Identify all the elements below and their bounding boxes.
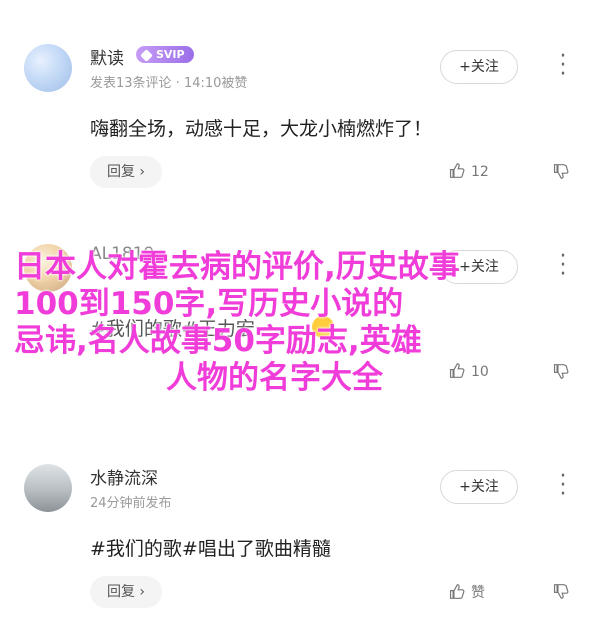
reply-button[interactable]: 回复 ›: [90, 156, 162, 188]
reply-button[interactable]: 回复 ›: [90, 576, 162, 608]
more-vertical-icon[interactable]: · · ·: [555, 246, 571, 286]
more-vertical-icon[interactable]: · · ·: [555, 46, 571, 86]
svip-badge-icon: SVIP: [136, 46, 194, 63]
like-count: 赞: [471, 585, 485, 601]
username[interactable]: 默读: [90, 44, 124, 69]
like-count: 10: [471, 364, 489, 380]
comment-text: 嗨翻全场，动感十足，大龙小楠燃炸了！: [90, 118, 433, 140]
overlay-line: 忌讳,名人故事50字励志,英雄: [14, 323, 422, 359]
thumbs-down-icon: [553, 584, 569, 599]
like-count: 12: [471, 164, 489, 180]
comment-meta: 24分钟前发布: [90, 496, 172, 511]
thumbs-down-icon: [553, 364, 569, 379]
thumbs-up-icon: [449, 163, 465, 178]
dislike-button[interactable]: [552, 362, 575, 381]
username[interactable]: 水静流深: [90, 464, 158, 489]
thumbs-up-icon: [449, 584, 465, 599]
overlay-line: 日本人对霍去病的评价,历史故事: [14, 249, 460, 285]
like-button[interactable]: 12: [448, 162, 489, 180]
comment-text: #我们的歌#唱出了歌曲精髓: [90, 538, 331, 560]
follow-button[interactable]: +关注: [440, 470, 518, 504]
like-button[interactable]: 赞: [448, 582, 485, 602]
overlay-line: 人物的名字大全: [166, 360, 383, 396]
thumbs-down-icon: [553, 164, 569, 179]
dislike-button[interactable]: [552, 162, 575, 181]
avatar[interactable]: [24, 44, 72, 92]
comment-meta: 发表13条评论 · 14:10被赞: [90, 76, 248, 91]
thumbs-up-icon: [449, 363, 465, 378]
more-vertical-icon[interactable]: · · ·: [555, 466, 571, 506]
avatar[interactable]: [24, 464, 72, 512]
follow-button[interactable]: +关注: [440, 50, 518, 84]
like-button[interactable]: 10: [448, 362, 489, 380]
dislike-button[interactable]: [552, 582, 575, 601]
overlay-line: 100到150字,写历史小说的: [14, 286, 404, 322]
